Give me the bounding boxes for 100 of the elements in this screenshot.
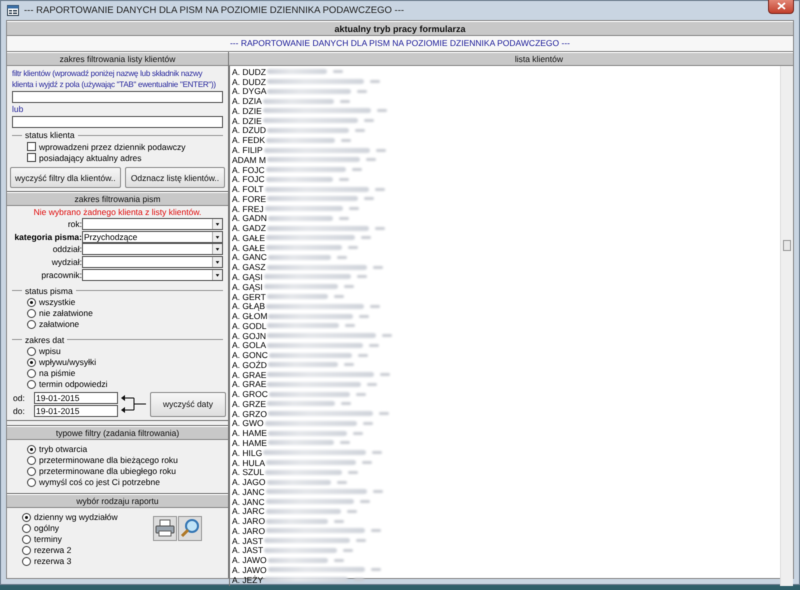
preview-button[interactable]	[178, 516, 202, 541]
checkbox[interactable]	[27, 142, 36, 151]
dropdown-field[interactable]	[82, 243, 223, 256]
client-name[interactable]: A. JAST	[232, 536, 264, 546]
client-name[interactable]: A. FEDK	[232, 135, 266, 146]
radio-button[interactable]	[22, 524, 31, 533]
redacted-mark	[367, 382, 378, 386]
client-name[interactable]: A. HULA	[232, 458, 266, 468]
redacted-mark	[354, 578, 364, 582]
radio-button[interactable]	[27, 298, 36, 307]
scrollbar[interactable]	[780, 66, 793, 586]
radio-button[interactable]	[27, 478, 36, 487]
client-name[interactable]: A. GOJN	[232, 330, 266, 341]
client-name[interactable]: A. GĄSI	[232, 272, 263, 282]
client-name[interactable]: A. JANC	[232, 496, 265, 507]
client-name[interactable]: A. GADN	[232, 213, 267, 224]
date-field[interactable]: 19-01-2015	[34, 392, 118, 404]
client-name[interactable]: A. HAME	[232, 438, 267, 448]
client-name[interactable]: A. GRAE	[232, 370, 266, 380]
redacted-bar	[268, 362, 338, 368]
dropdown-field[interactable]	[82, 256, 223, 268]
client-name[interactable]: A. DYGA	[232, 86, 266, 96]
client-name[interactable]: A. FREJ	[232, 204, 264, 214]
client-name[interactable]: A. JAST	[232, 545, 264, 556]
redacted-mark	[345, 324, 356, 328]
client-name[interactable]: A. DZIE	[232, 106, 262, 116]
radio-button[interactable]	[27, 444, 36, 454]
printer-icon	[155, 519, 175, 538]
client-name[interactable]: A. FOLT	[232, 184, 264, 194]
client-name[interactable]: A. HAME	[232, 428, 267, 438]
redacted-mark	[356, 275, 367, 278]
client-name[interactable]: A. JARO	[232, 516, 266, 526]
client-name[interactable]: A. JEŻY	[232, 574, 264, 585]
group-legend: status pisma	[25, 286, 73, 296]
client-name[interactable]: A. GŁĄB	[232, 301, 266, 312]
action-button[interactable]: Odznacz listę klientów..	[125, 167, 225, 188]
client-name[interactable]: A. SZUL	[232, 467, 264, 478]
redacted-mark	[348, 207, 359, 210]
dropdown-field[interactable]: Przychodzące	[82, 230, 223, 243]
client-name[interactable]: A. FORE	[232, 194, 266, 204]
client-name[interactable]: A. HILG	[232, 448, 262, 458]
client-name[interactable]: A. DZIA	[232, 96, 262, 106]
client-name[interactable]: A. GRZE	[232, 398, 266, 409]
redacted-mark	[334, 558, 344, 562]
client-name[interactable]: A. GANC	[232, 252, 267, 262]
date-field[interactable]: 19-01-2015	[34, 404, 118, 417]
client-name[interactable]: A. JARC	[232, 506, 265, 516]
client-name[interactable]: A. GRAE	[232, 379, 266, 390]
client-name[interactable]: A. FOJC	[232, 164, 265, 175]
client-name[interactable]: A. FILIP	[232, 145, 263, 156]
client-name[interactable]: A. JANC	[232, 486, 265, 497]
redacted-mark	[362, 422, 373, 425]
client-name[interactable]: A. GOŹD	[232, 360, 267, 370]
client-name[interactable]: A. GŁOM	[232, 311, 268, 322]
radio-button[interactable]	[27, 456, 36, 465]
radio-button[interactable]	[27, 346, 36, 356]
client-name[interactable]: A. GONC	[232, 350, 268, 360]
client-name[interactable]: A. JARO	[232, 526, 266, 536]
radio-button[interactable]	[22, 512, 31, 522]
client-name[interactable]: A. GOLA	[232, 340, 266, 350]
client-name[interactable]: A. DUDZ	[232, 66, 266, 77]
radio-button[interactable]	[22, 556, 31, 566]
client-name[interactable]: A. DUDZ	[232, 76, 266, 87]
checkbox[interactable]	[27, 153, 36, 162]
client-name[interactable]: A. GROC	[232, 389, 268, 400]
client-name[interactable]: A. GAŁE	[232, 242, 266, 253]
client-name[interactable]: A. GADZ	[232, 223, 266, 234]
redacted-mark	[357, 90, 368, 93]
client-name[interactable]: A. GODL	[232, 320, 266, 331]
redacted-mark	[361, 236, 372, 240]
action-button[interactable]: wyczyść filtry dla klientów..	[10, 167, 121, 188]
radio-button[interactable]	[27, 380, 36, 389]
input-field[interactable]	[12, 116, 223, 128]
client-name[interactable]: A. GAŁE	[232, 232, 266, 243]
radio-button[interactable]	[27, 368, 36, 378]
radio-button[interactable]	[27, 466, 36, 476]
client-name[interactable]: A. GĄSI	[232, 282, 263, 292]
client-name[interactable]: A. DZUD	[232, 125, 266, 136]
radio-button[interactable]	[22, 534, 31, 544]
input-field[interactable]	[12, 91, 223, 103]
client-name[interactable]: A. GRZO	[232, 408, 267, 419]
radio-button[interactable]	[22, 546, 31, 555]
dropdown-field[interactable]	[82, 218, 223, 230]
radio-button[interactable]	[27, 308, 36, 318]
dropdown-field[interactable]	[82, 268, 223, 281]
client-name[interactable]: ADAM M	[232, 154, 266, 165]
clear-dates-button[interactable]: wyczyść daty	[150, 392, 226, 417]
client-name[interactable]: A. JAWO	[232, 564, 267, 575]
print-button[interactable]	[153, 516, 177, 541]
radio-button[interactable]	[27, 358, 36, 367]
close-button[interactable]	[768, 0, 794, 14]
radio-button[interactable]	[27, 320, 36, 329]
client-name[interactable]: A. GERT	[232, 292, 266, 302]
client-name[interactable]: A. GWO	[232, 418, 264, 428]
client-name[interactable]: A. JAWO	[232, 555, 267, 566]
scrollbar-thumb[interactable]	[783, 240, 791, 251]
client-name[interactable]: A. GASZ	[232, 262, 266, 272]
client-name[interactable]: A. DZIE	[232, 116, 262, 126]
client-name[interactable]: A. FOJC	[232, 174, 265, 184]
client-name[interactable]: A. JAGO	[232, 477, 266, 488]
